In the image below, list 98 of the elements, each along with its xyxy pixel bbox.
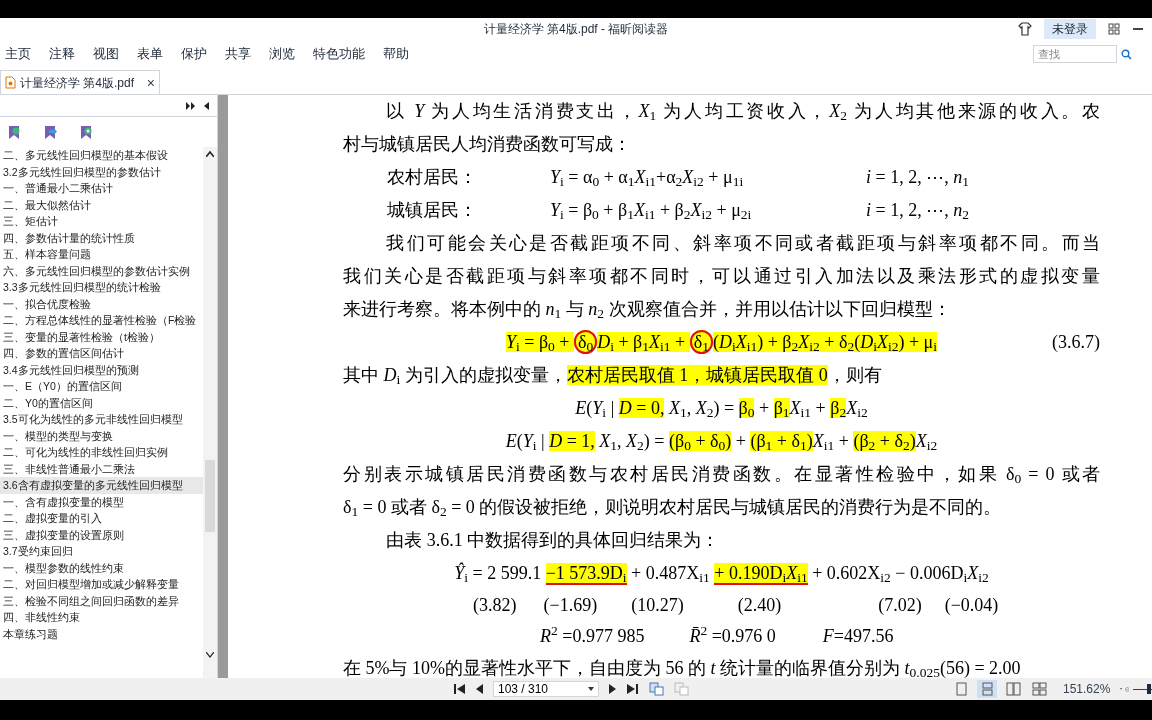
outline-item[interactable]: 二、可化为线性的非线性回归实例 [0, 444, 203, 461]
continuous-facing-icon [1031, 682, 1047, 696]
outline-item[interactable]: 四、参数的置信区间估计 [0, 345, 203, 362]
outline-item[interactable]: 三、变量的显著性检验（t检验） [0, 328, 203, 345]
outline-item[interactable]: 六、多元线性回归模型的参数估计实例 [0, 262, 203, 279]
outline-item[interactable]: 三、矩估计 [0, 213, 203, 230]
grid-icon[interactable] [1108, 23, 1120, 35]
copy-page-icon[interactable] [649, 682, 664, 696]
bookmark-add-icon[interactable] [8, 124, 22, 140]
equation-number: (3.6.7) [1052, 331, 1100, 354]
t-value: (10.27) [631, 594, 684, 617]
last-page-icon[interactable] [627, 683, 639, 695]
menu-item[interactable]: 共享 [225, 44, 251, 64]
first-page-icon[interactable] [453, 683, 465, 695]
outline-item[interactable]: 一、模型的类型与变换 [0, 427, 203, 444]
menu-item[interactable]: 特色功能 [313, 44, 365, 64]
outline-item[interactable]: 3.4多元线性回归模型的预测 [0, 361, 203, 378]
equation: Ŷ$_{i}$ = 2 599.1 −1 573.9D$_{i}$ + 0.487X$_{i1}$ + 0.190D$_{i}$X$_{i1}$ + 0.602X$_{i2}$ − 0.006D$_{i}$X$_{i2}$ [454, 561, 989, 587]
menu-item[interactable]: 帮助 [383, 44, 409, 64]
equation: Y$_{i}$ = β$_{0}$ + δ$_{0}$ D$_{i}$ + β$_{1}$X$_{i1}$ + δ$_{1}$ (D$_{i}$X$_{i1}$) + β$_{2}$X$_{i2}$ + δ$_{2}$(D$_{i}$X$_{i2}$) + μ$_{i}$ [505, 329, 938, 356]
next-page-icon[interactable] [609, 683, 617, 695]
continuous-page-icon [979, 682, 995, 696]
outline-item[interactable]: 三、非线性普通最小二乘法 [0, 460, 203, 477]
view-mode-button[interactable] [1003, 680, 1023, 698]
outline-item[interactable]: 二、Y0的置信区间 [0, 394, 203, 411]
outline-item[interactable]: 五、样本容量问题 [0, 246, 203, 263]
equation-condition: i = 1, 2, ⋯, n$_{2}$ [866, 199, 969, 224]
zoom-slider[interactable] [1133, 684, 1152, 694]
search-field[interactable]: 查找 [1033, 45, 1117, 63]
scroll-down-icon[interactable] [206, 652, 214, 658]
equation: Y$_{i}$ = β$_{0}$ + β$_{1}$X$_{i1}$ + β$_{2}$X$_{i2}$ + μ$_{2i}$ [550, 199, 753, 224]
menu-item[interactable]: 视图 [93, 44, 119, 64]
zoom-level[interactable]: 151.62% [1063, 680, 1111, 698]
equation-label: 农村居民： [387, 166, 478, 189]
previous-page-icon[interactable] [475, 683, 483, 695]
statistic: R$^{2}$ =0.977 985 [540, 623, 645, 648]
outline-item[interactable]: 3.7受约束回归 [0, 543, 203, 560]
paragraph: 分别表示城镇居民消费函数与农村居民消费函数。在显著性检验中，如果 δ$_{0}$ = 0 或者 δ$_{1}$ = 0 或者 δ$_{2}$ = 0 的假设被拒绝，则说明农村居民与城镇居民的消费行为是不同的。 [343, 463, 1100, 522]
outline-item[interactable]: 四、参数估计量的统计性质 [0, 229, 203, 246]
t-value: (2.40) [737, 594, 782, 617]
dropdown-icon [588, 687, 594, 691]
bookmark-search-icon[interactable] [80, 124, 94, 140]
outline-item[interactable]: 一、E（Y0）的置信区间 [0, 378, 203, 395]
outline-item[interactable]: 一、模型参数的线性约束 [0, 559, 203, 576]
outline-item[interactable]: 3.5可化为线性的多元非线性回归模型 [0, 411, 203, 428]
outline-item[interactable]: 三、检验不同组之间回归函数的差异 [0, 592, 203, 609]
t-value: (7.02) [878, 594, 922, 617]
outline-item[interactable]: 一、拟合优度检验 [0, 295, 203, 312]
view-mode-button[interactable] [977, 680, 997, 698]
outline-item[interactable]: 二、方程总体线性的显著性检验（F检验 [0, 312, 203, 329]
tab-label: 计量经济学 第4版.pdf [20, 74, 135, 92]
slider-thumb[interactable] [1147, 684, 1152, 694]
close-button[interactable]: × [146, 75, 155, 90]
outline-item[interactable]: 3.2多元线性回归模型的参数估计 [0, 163, 203, 180]
collapse-icon[interactable] [204, 101, 209, 110]
search-icon [1121, 48, 1132, 60]
menu-item[interactable]: 保护 [181, 44, 207, 64]
outline-item[interactable]: 二、对回归模型增加或减少解释变量 [0, 576, 203, 593]
shirt-icon[interactable] [1018, 22, 1032, 36]
single-page-icon [953, 682, 969, 696]
menu-item[interactable]: 表单 [137, 44, 163, 64]
page-number-field[interactable]: 103 / 310 [493, 681, 599, 697]
login-button[interactable]: 未登录 [1044, 19, 1096, 39]
dropdown-icon[interactable] [1120, 687, 1123, 691]
outline-item[interactable]: 一、普通最小二乘估计 [0, 180, 203, 197]
statistic: R̄$^{2}$ =0.976 0 [689, 623, 776, 648]
equation: Y$_{i}$ = α$_{0}$ + α$_{1}$X$_{i1}$+α$_{2}$X$_{i2}$ + μ$_{1i}$ [550, 166, 745, 191]
outline-item[interactable]: 二、虚拟变量的引入 [0, 510, 203, 527]
document-tab[interactable]: 计量经济学 第4版.pdf × [0, 70, 160, 94]
window-title: 计量经济学 第4版.pdf - 福昕阅读器 [483, 21, 669, 38]
outline-item[interactable]: 四、非线性约束 [0, 609, 203, 626]
outline-item[interactable]: 二、多元线性回归模型的基本假设 [0, 147, 203, 164]
scroll-up-icon[interactable] [206, 151, 214, 157]
outline-item[interactable]: 一、含有虚拟变量的模型 [0, 493, 203, 510]
scroll-thumb[interactable] [205, 460, 215, 532]
facing-pages-icon [1005, 682, 1021, 696]
paragraph: 由表 3.6.1 中数据得到的具体回归结果为： [385, 529, 721, 552]
outline-item[interactable]: 本章练习题 [0, 625, 203, 642]
paragraph: 其中 D$_{i}$ 为引入的虚拟变量，农村居民取值 1，城镇居民取值 0，则有 [343, 364, 882, 389]
outline-item[interactable]: 3.6含有虚拟变量的多元线性回归模型 [0, 477, 203, 494]
expand-icon[interactable] [186, 101, 196, 110]
equation-label: 城镇居民： [387, 199, 478, 222]
t-value: (−0.04) [944, 594, 999, 617]
view-mode-button[interactable] [1029, 680, 1049, 698]
scrollbar[interactable] [203, 147, 217, 678]
statistic: F=497.56 [822, 625, 894, 648]
menu-item[interactable]: 浏览 [269, 44, 295, 64]
paragraph: 在 5%与 10%的显著性水平下，自由度为 56 的 t 统计量的临界值分别为 t$_{0.025}$(56) = 2.00 [343, 657, 1022, 678]
outline-item[interactable]: 二、最大似然估计 [0, 196, 203, 213]
outline-item[interactable]: 3.3多元线性回归模型的统计检验 [0, 279, 203, 296]
outline-item[interactable]: 三、虚拟变量的设置原则 [0, 526, 203, 543]
bookmark-arrow-icon[interactable] [44, 124, 58, 140]
menu-item[interactable]: 主页 [5, 44, 31, 64]
pdf-icon [5, 76, 16, 89]
menu-item[interactable]: 注释 [49, 44, 75, 64]
t-value: (−1.69) [543, 594, 598, 617]
equation-condition: i = 1, 2, ⋯, n$_{1}$ [866, 166, 969, 191]
t-value: (3.82) [473, 594, 517, 617]
